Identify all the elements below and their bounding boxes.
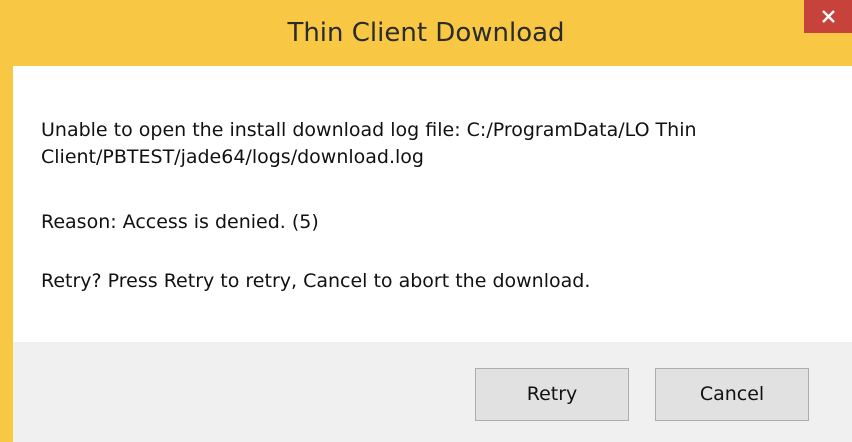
dialog-content: Unable to open the install download log … bbox=[13, 66, 852, 442]
retry-button[interactable]: Retry bbox=[475, 368, 629, 421]
close-icon bbox=[822, 10, 835, 23]
title-bar[interactable]: Thin Client Download bbox=[0, 0, 852, 66]
cancel-button[interactable]: Cancel bbox=[655, 368, 809, 421]
reason-message: Reason: Access is denied. (5) bbox=[41, 211, 319, 233]
window-title: Thin Client Download bbox=[287, 18, 565, 48]
error-message: Unable to open the install download log … bbox=[41, 119, 697, 168]
close-button[interactable] bbox=[804, 0, 852, 33]
dialog-window: Thin Client Download Unable to open the … bbox=[0, 0, 852, 442]
retry-prompt: Retry? Press Retry to retry, Cancel to a… bbox=[41, 270, 591, 292]
